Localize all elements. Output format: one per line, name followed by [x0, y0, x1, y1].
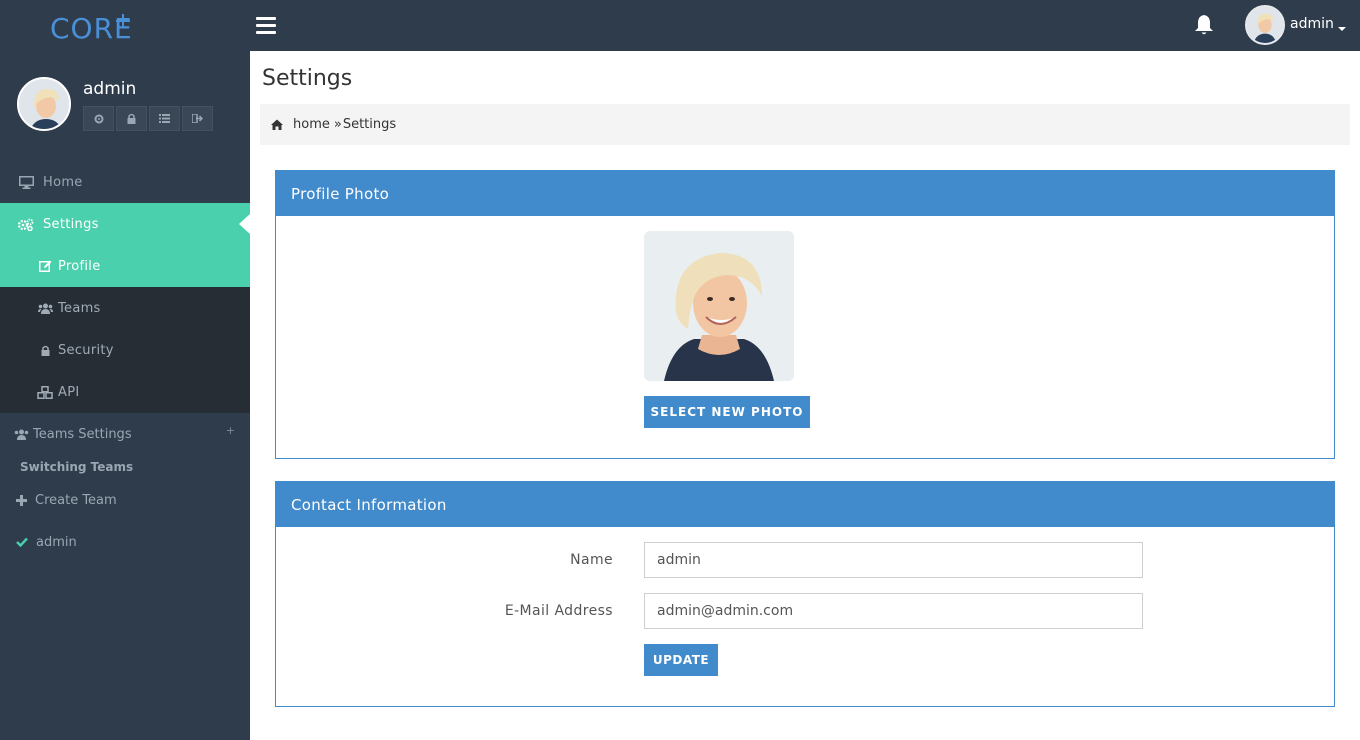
check-icon — [16, 536, 28, 550]
core-logo-icon: CORE — [50, 12, 133, 44]
users-icon — [14, 429, 29, 440]
breadcrumb: home » Settings — [260, 104, 1350, 145]
cubes-icon — [37, 385, 53, 399]
sidebar-item-api[interactable]: API — [0, 371, 250, 413]
expand-icon[interactable]: + — [226, 424, 235, 437]
gears-icon — [16, 218, 36, 231]
plus-icon — [16, 495, 27, 506]
create-team-label: Create Team — [35, 493, 117, 508]
top-bar: admin — [250, 0, 1360, 51]
home-icon[interactable] — [271, 119, 283, 130]
gear-icon[interactable] — [83, 106, 114, 131]
user-panel: admin — [0, 51, 250, 141]
teams-settings-label: Teams Settings — [33, 426, 132, 442]
email-label: E-Mail Address — [504, 603, 613, 619]
update-button[interactable]: UPDATE — [644, 644, 718, 676]
menu-toggle-icon[interactable] — [256, 17, 276, 34]
name-label: Name — [570, 552, 613, 568]
sidebar-item-settings[interactable]: Settings — [0, 203, 250, 245]
sidebar-nav: Home Settings Profile Teams Security API — [0, 161, 250, 413]
breadcrumb-separator: » — [333, 117, 342, 132]
list-icon[interactable] — [149, 106, 180, 131]
contact-information-panel: Contact Information Name admin E-Mail Ad… — [275, 481, 1335, 707]
user-menu[interactable]: admin — [1290, 16, 1334, 32]
team-item-label: admin — [36, 535, 77, 550]
sidebar: CORE admin Home Settings Profile Teams S… — [0, 0, 250, 740]
sidebar-item-label: Profile — [58, 258, 101, 274]
sign-out-icon[interactable] — [182, 106, 213, 131]
breadcrumb-home[interactable]: home — [293, 117, 330, 132]
desktop-icon — [16, 175, 36, 189]
breadcrumb-current: Settings — [342, 117, 397, 132]
sidebar-item-label: Security — [58, 342, 114, 358]
users-icon — [37, 303, 53, 314]
page-title: Settings — [262, 66, 353, 91]
caret-down-icon[interactable] — [1338, 27, 1346, 31]
sidebar-user-name: admin — [83, 79, 137, 99]
sidebar-item-label: Home — [43, 174, 83, 190]
email-field[interactable]: admin@admin.com — [644, 593, 1143, 629]
panel-title: Profile Photo — [276, 171, 1334, 216]
sidebar-item-label: API — [58, 384, 80, 400]
profile-photo-panel: Profile Photo SELECT NEW PHOTO — [275, 170, 1335, 459]
lock-icon[interactable] — [116, 106, 147, 131]
sidebar-item-profile[interactable]: Profile — [0, 245, 250, 287]
user-tools — [83, 106, 213, 131]
name-field[interactable]: admin — [644, 542, 1143, 578]
teams-settings-toggle[interactable]: Teams Settings + — [0, 414, 250, 454]
create-team-link[interactable]: Create Team — [16, 493, 117, 508]
sidebar-item-label: Settings — [43, 216, 99, 232]
sidebar-item-security[interactable]: Security — [0, 329, 250, 371]
avatar[interactable] — [17, 77, 71, 131]
switching-teams-heading: Switching Teams — [20, 460, 134, 474]
app-logo[interactable]: CORE — [0, 0, 250, 51]
bell-icon[interactable] — [1194, 14, 1214, 40]
edit-icon — [37, 260, 53, 272]
avatar[interactable] — [1245, 5, 1285, 45]
sidebar-item-label: Teams — [58, 300, 101, 316]
settings-subnav: Profile Teams Security API — [0, 245, 250, 413]
panel-title: Contact Information — [276, 482, 1334, 527]
lock-icon — [37, 345, 53, 356]
profile-photo — [644, 231, 794, 381]
team-item-admin[interactable]: admin — [16, 535, 77, 550]
svg-text:CORE: CORE — [50, 12, 133, 44]
select-new-photo-button[interactable]: SELECT NEW PHOTO — [644, 396, 810, 428]
sidebar-item-teams[interactable]: Teams — [0, 287, 250, 329]
sidebar-item-home[interactable]: Home — [0, 161, 250, 203]
